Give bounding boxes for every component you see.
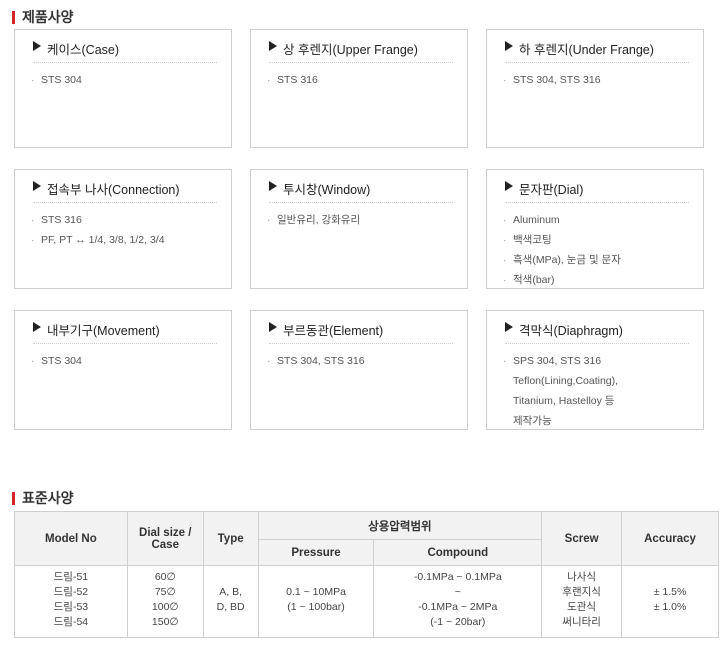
list-item: · 백색코팅 (503, 234, 552, 246)
card-case: 케이스(Case) · STS 304 (14, 29, 232, 148)
triangle-bullet-icon (505, 181, 513, 191)
cell-compound: -0.1MPa ~ 0.1MPa ~ -0.1MPa ~ 2MPa (-1 ~ 20b… (373, 565, 543, 638)
card-window: 투시창(Window) · 일반유리, 강화유리 (250, 169, 468, 289)
triangle-bullet-icon (33, 41, 41, 51)
cell-model-no: 드림-51 드림-52 드림-53 드림-54 (14, 565, 128, 638)
card-item-list: · STS 316 · PF, PT ↔ 1/4, 3/8, 1/2, 3/4 (31, 210, 221, 250)
section-title-text: 표준사양 (22, 490, 74, 506)
triangle-bullet-icon (505, 41, 513, 51)
list-item: · SPS 304, STS 316 (503, 355, 602, 367)
triangle-bullet-icon (269, 41, 277, 51)
list-item: · Aluminum (503, 214, 560, 226)
card-element: 부르동관(Element) · STS 304, STS 316 (250, 310, 468, 430)
card-title: 상 후렌지(Upper Frange) (283, 43, 418, 57)
list-item: ·Teflon(Lining,Coating), (513, 375, 619, 387)
card-connection: 접속부 나사(Connection) · STS 316 · PF, PT ↔ 1/… (14, 169, 232, 289)
triangle-bullet-icon (505, 322, 513, 332)
cell-type: A, B, D, BD (202, 565, 259, 638)
card-title: 부르동관(Element) (283, 324, 384, 338)
standard-spec-table: Model No Dial size / Case Type 상용압력범위 Sc… (14, 511, 719, 638)
card-item-list: ·SPS 304, STS 316 ·Teflon(Lining,Coating… (503, 351, 693, 431)
section-title-standard: 표준사양 (12, 488, 74, 508)
cell-accuracy: ± 1.5% ± 1.0% (621, 565, 719, 638)
list-item: · 적색(bar) (503, 274, 555, 286)
card-header: 투시창(Window) (269, 179, 453, 203)
card-under-frange: 하 후렌지(Under Frange) · STS 304, STS 316 (486, 29, 704, 148)
card-header: 부르동관(Element) (269, 320, 453, 344)
card-item-list: · STS 316 (267, 70, 457, 90)
header-compound: Compound (373, 539, 543, 566)
card-header: 접속부 나사(Connection) (33, 179, 217, 203)
card-title: 격막식(Diaphragm) (519, 324, 623, 338)
list-item: · 일반유리, 강화유리 (267, 214, 361, 226)
section-title-product: 제품사양 (12, 7, 74, 27)
table-row: 드림-51 드림-52 드림-53 드림-54 60∅ 75∅ 100∅ 150∅ A, B… (14, 565, 719, 638)
header-screw: Screw (541, 511, 623, 566)
card-diaphragm: 격막식(Diaphragm) ·SPS 304, STS 316 ·Teflon… (486, 310, 704, 430)
header-accuracy: Accuracy (621, 511, 719, 566)
list-item: · STS 316 (31, 214, 82, 226)
title-marker (12, 491, 15, 505)
list-item: · STS 304, STS 316 (503, 74, 601, 86)
list-item: · STS 304 (31, 355, 82, 367)
card-title: 하 후렌지(Under Frange) (519, 43, 654, 57)
cell-pressure: 0.1 ~ 10MPa (1 ~ 100bar) (257, 565, 375, 638)
card-header: 내부기구(Movement) (33, 320, 217, 344)
card-upper-frange: 상 후렌지(Upper Frange) · STS 316 (250, 29, 468, 148)
card-item-list: · 일반유리, 강화유리 (267, 210, 457, 230)
card-item-list: · STS 304 (31, 351, 221, 371)
card-item-list: · STS 304 (31, 70, 221, 90)
card-item-list: · STS 304, STS 316 (503, 70, 693, 90)
cell-dial-size: 60∅ 75∅ 100∅ 150∅ (126, 565, 204, 638)
list-item: · STS 316 (267, 74, 318, 86)
card-movement: 내부기구(Movement) · STS 304 (14, 310, 232, 430)
card-header: 격막식(Diaphragm) (505, 320, 689, 344)
triangle-bullet-icon (269, 181, 277, 191)
list-item: · STS 304, STS 316 (267, 355, 365, 367)
triangle-bullet-icon (33, 322, 41, 332)
title-marker (12, 10, 15, 24)
triangle-bullet-icon (33, 181, 41, 191)
card-dial: 문자판(Dial) · Aluminum · 백색코팅 · 흑색(MPa), 눈금 및… (486, 169, 704, 289)
card-title: 케이스(Case) (47, 43, 120, 57)
header-pressure-range: 상용압력범위 (257, 511, 543, 540)
cell-screw: 나사식 후랜지식 도관식 써니타리 (541, 565, 623, 638)
list-item: · STS 304 (31, 74, 82, 86)
card-header: 케이스(Case) (33, 39, 217, 63)
card-title: 내부기구(Movement) (47, 324, 160, 338)
header-pressure: Pressure (257, 539, 375, 566)
list-item: ·Titanium, Hastelloy 등 (513, 395, 615, 407)
card-header: 상 후렌지(Upper Frange) (269, 39, 453, 63)
card-item-list: · STS 304, STS 316 (267, 351, 457, 371)
list-item: ·제작가능 (513, 415, 552, 427)
card-item-list: · Aluminum · 백색코팅 · 흑색(MPa), 눈금 및 문자 · 적색(ba… (503, 210, 693, 290)
list-item: · PF, PT ↔ 1/4, 3/8, 1/2, 3/4 (31, 234, 165, 246)
card-header: 하 후렌지(Under Frange) (505, 39, 689, 63)
list-item: · 흑색(MPa), 눈금 및 문자 (503, 254, 621, 266)
card-title: 투시창(Window) (283, 183, 371, 197)
card-title: 접속부 나사(Connection) (47, 183, 180, 197)
card-header: 문자판(Dial) (505, 179, 689, 203)
header-type: Type (202, 511, 259, 566)
header-dial-size: Dial size / Case (126, 511, 204, 566)
triangle-bullet-icon (269, 322, 277, 332)
header-model-no: Model No (14, 511, 128, 566)
section-title-text: 제품사양 (22, 9, 74, 25)
card-title: 문자판(Dial) (519, 183, 584, 197)
